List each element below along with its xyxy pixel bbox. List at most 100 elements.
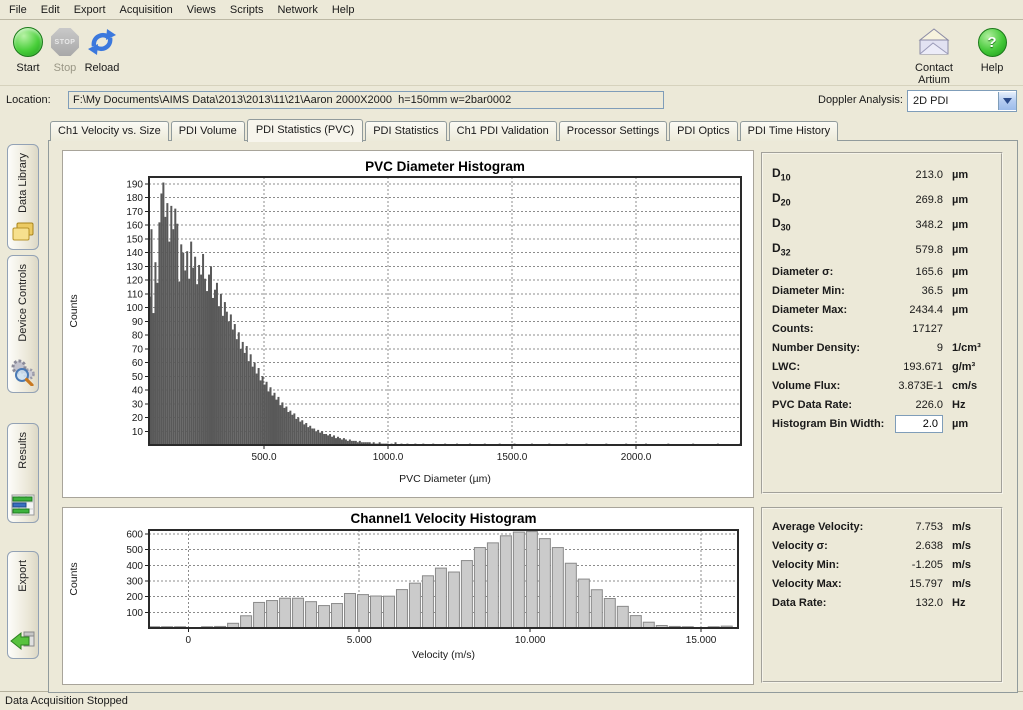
svg-text:70: 70: [132, 344, 144, 355]
sidebar-item-data-library[interactable]: Data Library: [7, 144, 39, 250]
tab-ch1-pdi-validation[interactable]: Ch1 PDI Validation: [449, 121, 557, 141]
velocity-histogram-panel: 10020030040050060005.00010.00015.000Chan…: [62, 507, 754, 685]
stat-label: LWC:: [772, 361, 885, 373]
svg-text:400: 400: [126, 561, 143, 572]
menu-network[interactable]: Network: [270, 1, 324, 19]
svg-text:300: 300: [126, 576, 143, 587]
stat-label: D30: [772, 216, 885, 232]
location-field[interactable]: [68, 91, 664, 109]
stop-icon: STOP: [51, 28, 79, 56]
stat-label: Histogram Bin Width:: [772, 418, 895, 430]
doppler-analysis-dropdown[interactable]: 2D PDI: [907, 90, 1017, 112]
help-label: Help: [972, 62, 1012, 74]
svg-text:Counts: Counts: [68, 294, 80, 327]
tab-processor-settings[interactable]: Processor Settings: [559, 121, 667, 141]
stat-row-diameter-sigma: Diameter σ:165.6µm: [763, 262, 1001, 281]
svg-text:PVC Diameter Histogram: PVC Diameter Histogram: [365, 159, 525, 174]
menu-help[interactable]: Help: [325, 1, 362, 19]
stat-label: Velocity σ:: [772, 540, 885, 552]
svg-text:140: 140: [126, 248, 143, 259]
stat-label: Counts:: [772, 323, 885, 335]
stat-row-lwc: LWC:193.671g/m³: [763, 357, 1001, 376]
stat-unit: µm: [952, 418, 992, 430]
sidebar-item-device-controls[interactable]: Device Controls: [7, 255, 39, 393]
chevron-down-icon[interactable]: [998, 92, 1016, 110]
tab-pdi-volume[interactable]: PDI Volume: [171, 121, 245, 141]
svg-text:30: 30: [132, 399, 144, 410]
stat-row-d30: D30348.2µm: [763, 212, 1001, 237]
location-label: Location:: [6, 94, 51, 106]
menu-scripts[interactable]: Scripts: [223, 1, 271, 19]
svg-text:170: 170: [126, 207, 143, 218]
stat-value: 9: [885, 342, 943, 354]
svg-text:150: 150: [126, 234, 143, 245]
stat-unit: Hz: [952, 597, 992, 609]
svg-text:2000.0: 2000.0: [621, 452, 652, 463]
stat-row-data-rate: Data Rate:132.0Hz: [763, 593, 1001, 612]
svg-text:Velocity (m/s): Velocity (m/s): [412, 649, 475, 661]
sidebar-item-export[interactable]: Export: [7, 551, 39, 659]
stat-row-velocity-max: Velocity Max:15.797m/s: [763, 574, 1001, 593]
toolbar: Start STOP Stop Reload Contact Artium ?: [0, 20, 1023, 84]
svg-text:120: 120: [126, 276, 143, 287]
menu-file[interactable]: File: [2, 1, 34, 19]
svg-text:40: 40: [132, 386, 144, 397]
stat-label: D32: [772, 241, 885, 257]
svg-text:80: 80: [132, 331, 144, 342]
stat-row-velocity-sigma: Velocity σ:2.638m/s: [763, 536, 1001, 555]
pvc-diameter-histogram: 1020304050607080901001101201301401501601…: [63, 151, 751, 495]
stat-unit: µm: [952, 304, 992, 316]
status-bar: Data Acquisition Stopped: [0, 691, 1023, 710]
svg-text:1500.0: 1500.0: [497, 452, 528, 463]
tab-ch1-velocity-vs-size[interactable]: Ch1 Velocity vs. Size: [50, 121, 169, 141]
stat-value: 269.8: [885, 194, 943, 206]
stat-label: Diameter Max:: [772, 304, 885, 316]
help-button[interactable]: ? Help: [972, 24, 1012, 74]
menu-views[interactable]: Views: [180, 1, 223, 19]
location-row: Location: Doppler Analysis: 2D PDI: [0, 85, 1023, 114]
status-text: Data Acquisition Stopped: [5, 695, 128, 707]
stat-unit: µm: [952, 244, 992, 256]
stat-value: 2.638: [885, 540, 943, 552]
svg-text:600: 600: [126, 529, 143, 540]
svg-text:200: 200: [126, 592, 143, 603]
svg-text:500: 500: [126, 545, 143, 556]
stat-unit: Hz: [952, 399, 992, 411]
tab-pdi-statistics[interactable]: PDI Statistics: [365, 121, 446, 141]
stat-value: 3.873E-1: [885, 380, 943, 392]
stat-row-diameter-max: Diameter Max:2434.4µm: [763, 300, 1001, 319]
svg-text:15.000: 15.000: [686, 635, 717, 646]
tab-content-panel: 1020304050607080901001101201301401501601…: [48, 140, 1018, 693]
stat-row-d20: D20269.8µm: [763, 187, 1001, 212]
menu-edit[interactable]: Edit: [34, 1, 67, 19]
sidebar-item-results[interactable]: Results: [7, 423, 39, 523]
menu-export[interactable]: Export: [67, 1, 113, 19]
stat-unit: cm/s: [952, 380, 992, 392]
reload-button[interactable]: Reload: [79, 24, 125, 74]
histogram-bin-width-input[interactable]: [895, 415, 943, 433]
stat-unit: µm: [952, 169, 992, 181]
svg-text:180: 180: [126, 193, 143, 204]
stat-value: 348.2: [885, 219, 943, 231]
stat-value: 213.0: [885, 169, 943, 181]
stat-value: -1.205: [885, 559, 943, 571]
tab-bar: Ch1 Velocity vs. Size PDI Volume PDI Sta…: [50, 119, 840, 141]
svg-text:50: 50: [132, 372, 144, 383]
reload-icon: [87, 27, 117, 57]
stat-row-d10: D10213.0 µm: [763, 162, 1001, 187]
svg-text:90: 90: [132, 317, 144, 328]
stat-label: D10: [772, 166, 885, 182]
svg-text:100: 100: [126, 608, 143, 619]
tab-pdi-time-history[interactable]: PDI Time History: [740, 121, 839, 141]
stat-row-pvc-data-rate: PVC Data Rate:226.0Hz: [763, 395, 1001, 414]
stat-unit: 1/cm³: [952, 342, 992, 354]
tab-pdi-statistics-pvc[interactable]: PDI Statistics (PVC): [247, 119, 363, 142]
tab-pdi-optics[interactable]: PDI Optics: [669, 121, 738, 141]
velocity-statistics-panel: Average Velocity:7.753m/sVelocity σ:2.63…: [761, 507, 1003, 683]
stat-unit: µm: [952, 194, 992, 206]
reload-label: Reload: [79, 62, 125, 74]
contact-artium-button[interactable]: Contact Artium: [898, 24, 970, 86]
help-icon: ?: [978, 28, 1007, 57]
stat-unit: m/s: [952, 578, 992, 590]
menu-acquisition[interactable]: Acquisition: [113, 1, 180, 19]
